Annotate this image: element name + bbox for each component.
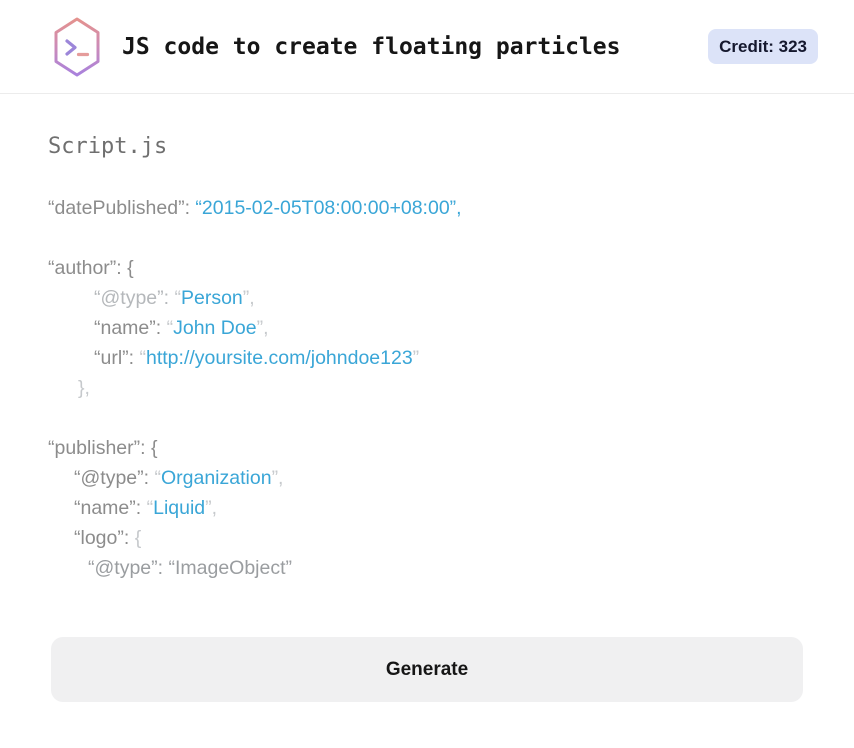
code-segment: “datePublished”: — [48, 197, 196, 219]
code-segment: “name”: — [74, 497, 147, 519]
main-content: Script.js “datePublished”: “2015-02-05T0… — [0, 134, 854, 702]
code-segment: “@type”: — [74, 467, 155, 489]
file-name-heading: Script.js — [48, 134, 168, 159]
code-segment: “url”: — [94, 347, 140, 369]
code-line: “logo”: { — [48, 523, 806, 553]
page-title: JS code to create floating particles — [122, 33, 621, 60]
code-line: “name”: “John Doe”, — [48, 313, 806, 343]
header: JS code to create floating particles Cre… — [0, 0, 854, 94]
code-segment: ”, — [271, 467, 284, 489]
code-segment: “logo”: — [74, 527, 135, 549]
code-segment: John Doe — [173, 317, 257, 339]
code-line: “publisher”: { — [48, 433, 806, 463]
credit-badge: Credit: 323 — [708, 29, 818, 64]
code-segment: Liquid — [153, 497, 206, 519]
code-segment: Organization — [160, 467, 272, 489]
hexagon-outline — [54, 17, 100, 76]
code-segment: “2015-02-05T08:00:00+08:00”, — [195, 197, 462, 219]
code-segment: “author”: { — [48, 257, 134, 279]
code-line: “@type”: “ImageObject” — [48, 553, 806, 583]
code-segment: “@type”: — [94, 287, 175, 309]
code-line: “@type”: “Organization”, — [48, 463, 806, 493]
code-segment: “name”: — [94, 317, 167, 339]
code-line: “url”: “http://yoursite.com/johndoe123” — [48, 343, 806, 373]
code-segment: ”, — [256, 317, 269, 339]
code-block: “datePublished”: “2015-02-05T08:00:00+08… — [48, 193, 806, 583]
code-segment: { — [134, 527, 142, 549]
code-segment: ” — [412, 347, 420, 369]
chevron-prompt-icon — [65, 38, 77, 56]
code-line: “author”: { — [48, 253, 806, 283]
code-segment: ”, — [242, 287, 255, 309]
terminal-hexagon-icon — [54, 17, 100, 76]
code-segment: ”, — [205, 497, 218, 519]
generate-button[interactable]: Generate — [51, 637, 803, 702]
code-segment: “publisher”: { — [48, 437, 158, 459]
app-logo — [52, 17, 102, 77]
code-segment: “@type”: “ImageObject” — [88, 557, 293, 579]
code-line: “datePublished”: “2015-02-05T08:00:00+08… — [48, 193, 806, 223]
code-line: “@type”: “Person”, — [48, 283, 806, 313]
code-segment: http://yoursite.com/johndoe123 — [146, 347, 413, 369]
code-line: “name”: “Liquid”, — [48, 493, 806, 523]
code-segment: Person — [180, 287, 243, 309]
code-line: }, — [48, 373, 806, 403]
code-segment: }, — [78, 377, 90, 399]
